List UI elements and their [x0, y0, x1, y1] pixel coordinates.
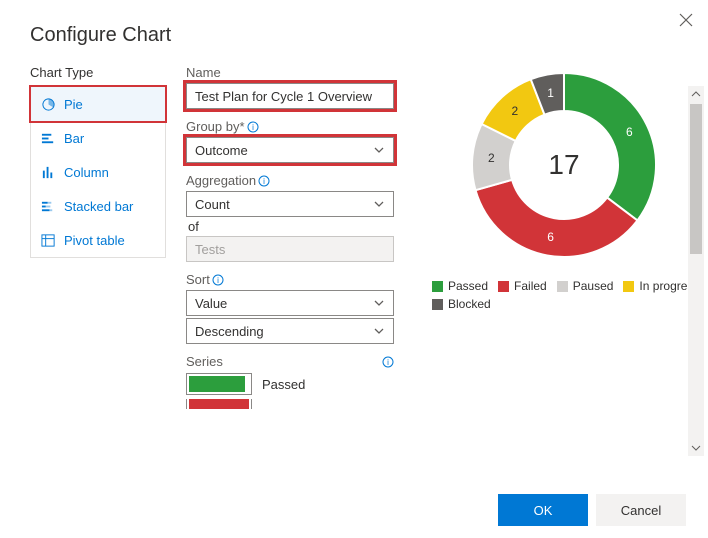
- chart-type-pivot-table[interactable]: Pivot table: [31, 223, 165, 257]
- chart-type-bar[interactable]: Bar: [31, 121, 165, 155]
- sort-label: Sort i: [186, 272, 394, 287]
- series-label: Series i: [186, 354, 394, 369]
- info-icon[interactable]: i: [212, 274, 224, 286]
- close-button[interactable]: [678, 12, 694, 28]
- name-label: Name: [186, 65, 394, 80]
- donut-chart: 17 66221: [464, 65, 664, 265]
- info-icon[interactable]: i: [247, 121, 259, 133]
- color-swatch: [189, 376, 245, 392]
- chart-type-column[interactable]: Column: [31, 155, 165, 189]
- chart-type-list: Pie Bar Column Stacked bar: [30, 86, 166, 258]
- ok-button[interactable]: OK: [498, 494, 588, 526]
- series-name: Passed: [262, 377, 305, 392]
- aggregation-select[interactable]: Count: [186, 191, 394, 217]
- chart-type-label: Chart Type: [30, 65, 166, 80]
- info-icon[interactable]: i: [382, 356, 394, 368]
- of-label: of: [188, 219, 394, 234]
- chart-type-item-label: Pie: [64, 97, 83, 112]
- donut-total: 17: [464, 65, 664, 265]
- color-swatch: [189, 399, 249, 409]
- scroll-down-arrow[interactable]: [688, 440, 704, 456]
- dialog-title: Configure Chart: [0, 0, 708, 65]
- svg-text:i: i: [263, 177, 265, 186]
- chart-type-pie[interactable]: Pie: [31, 87, 165, 121]
- info-icon[interactable]: i: [258, 175, 270, 187]
- chevron-down-icon: [373, 144, 385, 156]
- stacked-bar-icon: [41, 199, 56, 214]
- series-color-picker[interactable]: [186, 373, 252, 395]
- svg-text:i: i: [252, 123, 254, 132]
- legend-item: Failed: [498, 279, 547, 293]
- svg-text:i: i: [387, 358, 389, 367]
- sort-direction-select[interactable]: Descending: [186, 318, 394, 344]
- of-field: Tests: [186, 236, 394, 262]
- chart-type-item-label: Bar: [64, 131, 84, 146]
- column-icon: [41, 165, 56, 180]
- chevron-down-icon: [373, 198, 385, 210]
- chart-type-item-label: Stacked bar: [64, 199, 133, 214]
- aggregation-label: Aggregation i: [186, 173, 394, 188]
- group-by-label: Group by* i: [186, 119, 394, 134]
- legend-item: Blocked: [432, 297, 491, 311]
- vertical-scrollbar[interactable]: [688, 86, 704, 456]
- series-color-picker[interactable]: [186, 399, 252, 409]
- chevron-down-icon: [373, 297, 385, 309]
- scroll-up-arrow[interactable]: [688, 86, 704, 102]
- name-input[interactable]: Test Plan for Cycle 1 Overview: [186, 83, 394, 109]
- scroll-thumb[interactable]: [690, 104, 702, 254]
- sort-field-select[interactable]: Value: [186, 290, 394, 316]
- legend-item: Paused: [557, 279, 614, 293]
- chart-legend: PassedFailedPausedIn progressBlocked: [428, 279, 700, 311]
- cancel-button[interactable]: Cancel: [596, 494, 686, 526]
- pie-icon: [41, 97, 56, 112]
- chart-type-item-label: Pivot table: [64, 233, 125, 248]
- chart-type-item-label: Column: [64, 165, 109, 180]
- bar-icon: [41, 131, 56, 146]
- chevron-down-icon: [373, 325, 385, 337]
- svg-text:i: i: [217, 276, 219, 285]
- pivot-table-icon: [41, 233, 56, 248]
- chart-type-stacked-bar[interactable]: Stacked bar: [31, 189, 165, 223]
- group-by-select[interactable]: Outcome: [186, 137, 394, 163]
- legend-item: Passed: [432, 279, 488, 293]
